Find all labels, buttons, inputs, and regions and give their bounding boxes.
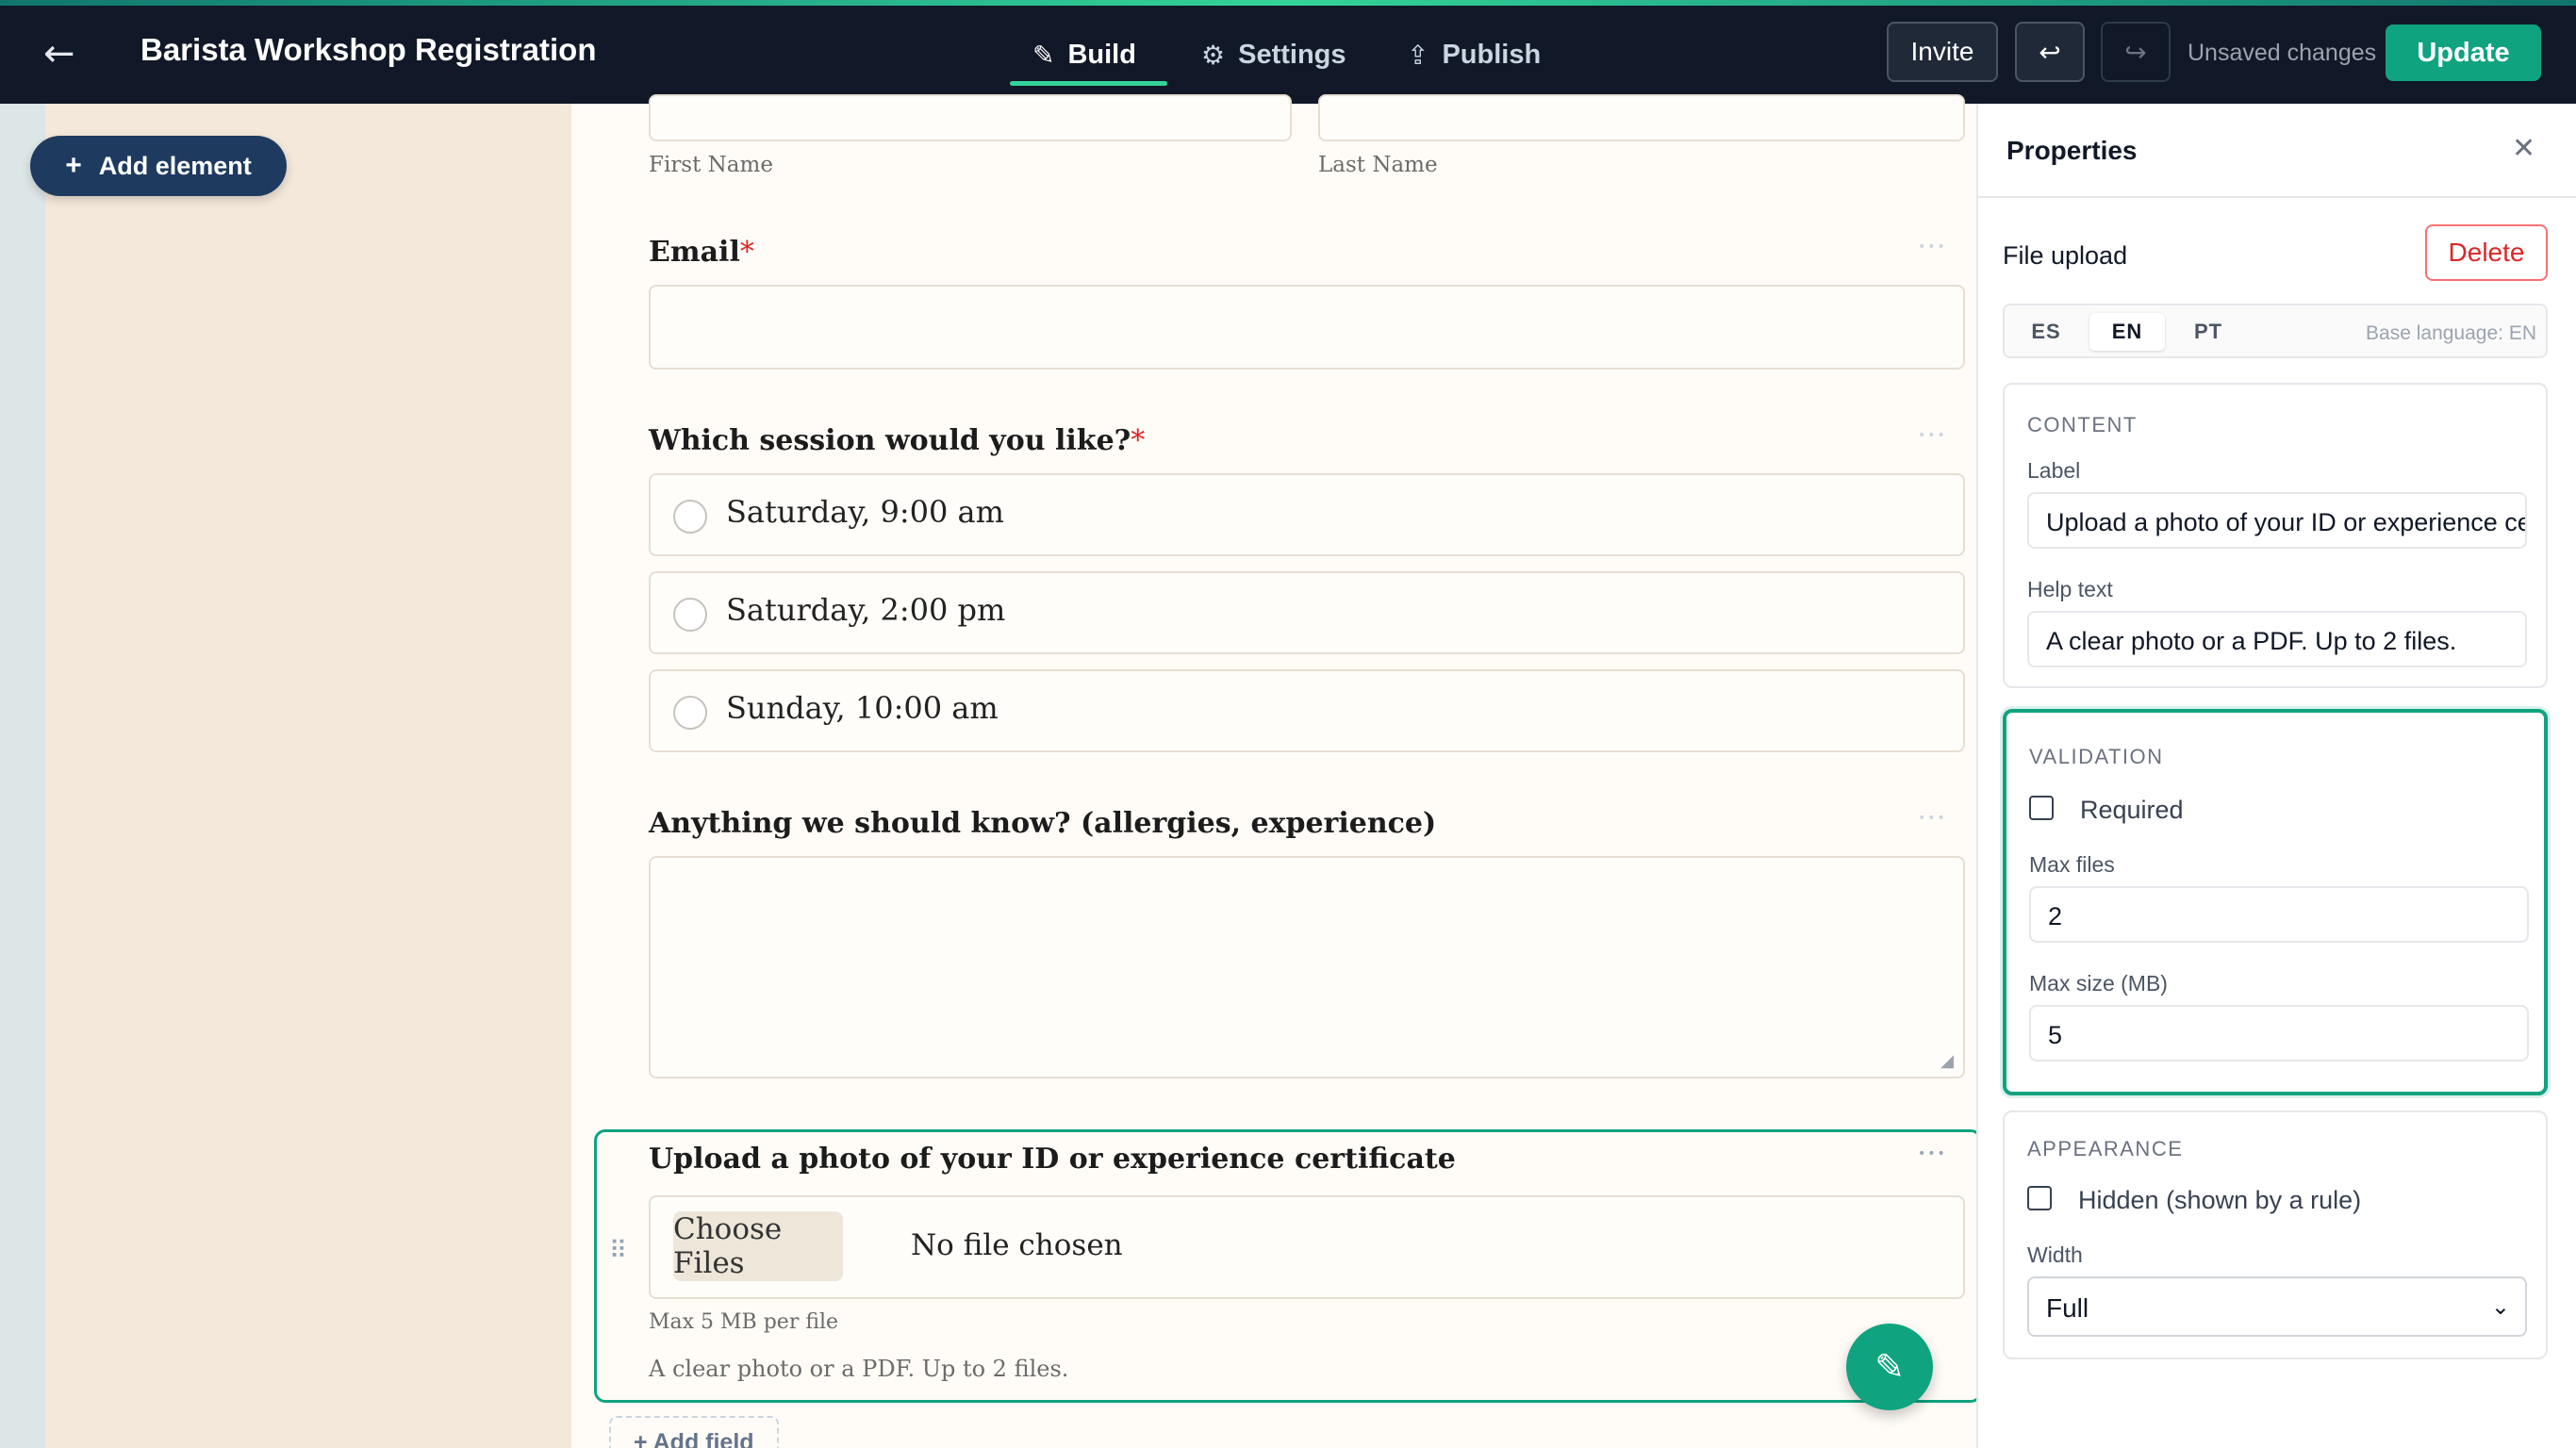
element-type: File upload [2003,241,2128,270]
label-field-label: Label [2027,458,2081,483]
close-icon[interactable]: ✕ [2512,132,2535,165]
invite-button[interactable]: Invite [1887,22,1998,82]
more-options-icon[interactable]: ••• [1918,239,1947,255]
pencil-icon: ✎ [1032,39,1055,71]
back-arrow-icon[interactable]: ← [43,30,91,77]
tab-settings-label: Settings [1238,39,1346,70]
content-card: CONTENT Label Upload a photo of your ID … [2003,383,2548,688]
required-label: Required [2080,796,2184,824]
plus-icon: + [65,150,82,181]
divider [1978,196,2576,198]
upload-help-text: A clear photo or a PDF. Up to 2 files. [649,1356,1069,1382]
save-status: Unsaved changes [2188,40,2377,66]
appearance-card: APPEARANCE Hidden (shown by a rule) Widt… [2003,1111,2548,1359]
top-bar: ← Barista Workshop Registration ✎ Build … [0,6,2576,104]
width-label: Width [2027,1242,2083,1267]
email-label: Email* [649,236,754,269]
add-element-label: Add element [98,151,252,180]
help-text-input[interactable]: A clear photo or a PDF. Up to 2 files. [2027,611,2527,667]
radio-option[interactable]: Saturday, 9:00 am [649,473,1965,556]
first-name-input[interactable] [649,94,1292,141]
session-label: Which session would you like?* [649,424,1146,457]
undo-icon[interactable]: ↩ [2015,22,2085,82]
label-input[interactable]: Upload a photo of your ID or experience … [2027,492,2527,549]
edit-pencil-icon[interactable]: ✎ [1846,1324,1933,1410]
update-button[interactable]: Update [2386,25,2541,81]
tab-build-label: Build [1067,39,1136,70]
lang-tab-pt[interactable]: PT [2171,313,2246,351]
max-size-label: Max size (MB) [2029,971,2168,996]
chevron-down-icon: ⌄ [2490,1293,2510,1320]
resize-handle-icon[interactable]: ◢ [1940,1051,1954,1071]
radio-option[interactable]: Sunday, 10:00 am [649,669,1965,752]
radio-option-label: Sunday, 10:00 am [726,690,999,726]
delete-button[interactable]: Delete [2425,224,2548,281]
validation-section-title: VALIDATION [2029,745,2164,768]
more-options-icon[interactable]: ••• [1918,1146,1947,1161]
form-canvas: First Name Last Name Email* ••• Which se… [571,94,1982,1448]
file-status: No file chosen [911,1228,1123,1262]
content-section-title: CONTENT [2027,413,2138,436]
max-files-input[interactable]: 2 [2029,886,2529,943]
hidden-label: Hidden (shown by a rule) [2078,1186,2362,1214]
upload-label: Upload a photo of your ID or experience … [649,1143,1456,1176]
last-name-input[interactable] [1318,94,1965,141]
properties-title: Properties [2006,136,2138,165]
add-element-button[interactable]: + Add element [30,136,287,196]
validation-card: VALIDATION Required Max files 2 Max size… [2003,709,2548,1095]
lang-tab-es[interactable]: ES [2008,313,2084,351]
email-input[interactable] [649,285,1965,370]
radio-option[interactable]: Saturday, 2:00 pm [649,571,1965,654]
more-options-icon[interactable]: ••• [1918,428,1947,443]
left-edge-strip [0,104,45,1448]
choose-files-button[interactable]: Choose Files [673,1211,843,1281]
required-asterisk: * [739,236,754,269]
radio-option-label: Saturday, 2:00 pm [726,592,1006,628]
tab-publish-label: Publish [1442,39,1542,70]
tab-publish[interactable]: ⇪ Publish [1407,26,1541,83]
upload-icon: ⇪ [1407,39,1429,71]
radio-button[interactable] [673,500,707,534]
radio-button[interactable] [673,696,707,730]
file-input[interactable] [649,1195,1965,1299]
gear-icon: ⚙ [1201,39,1226,71]
max-files-label: Max files [2029,852,2115,877]
radio-button[interactable] [673,598,707,632]
language-switcher: ES EN PT Base language: EN [2003,304,2548,358]
width-select-value: Full [2046,1293,2089,1323]
drag-handle-icon[interactable]: ⠿ [609,1239,628,1263]
form-title: Barista Workshop Registration [140,32,597,67]
tab-build[interactable]: ✎ Build [1032,26,1136,83]
base-language: Base language: EN [2366,322,2536,344]
required-asterisk: * [1131,424,1146,457]
tab-settings[interactable]: ⚙ Settings [1201,26,1346,83]
more-options-icon[interactable]: ••• [1918,811,1947,826]
properties-panel: Properties ✕ File upload Delete ES EN PT… [1976,104,2576,1448]
radio-option-label: Saturday, 9:00 am [726,494,1004,530]
last-name-sublabel: Last Name [1318,153,1438,177]
redo-icon[interactable]: ↪ [2101,22,2171,82]
hidden-checkbox[interactable] [2027,1186,2052,1210]
add-field-button[interactable]: + Add field [609,1416,779,1448]
appearance-section-title: APPEARANCE [2027,1137,2184,1160]
max-size-note: Max 5 MB per file [649,1310,839,1334]
help-text-field-label: Help text [2027,577,2113,601]
notes-textarea[interactable]: ◢ [649,856,1965,1078]
notes-label: Anything we should know? (allergies, exp… [649,807,1437,840]
first-name-sublabel: First Name [649,153,773,177]
required-checkbox[interactable] [2029,796,2054,820]
max-size-input[interactable]: 5 [2029,1005,2529,1061]
width-select[interactable]: Full ⌄ [2027,1276,2527,1337]
active-tab-indicator [1010,81,1167,86]
lang-tab-en[interactable]: EN [2089,313,2165,351]
